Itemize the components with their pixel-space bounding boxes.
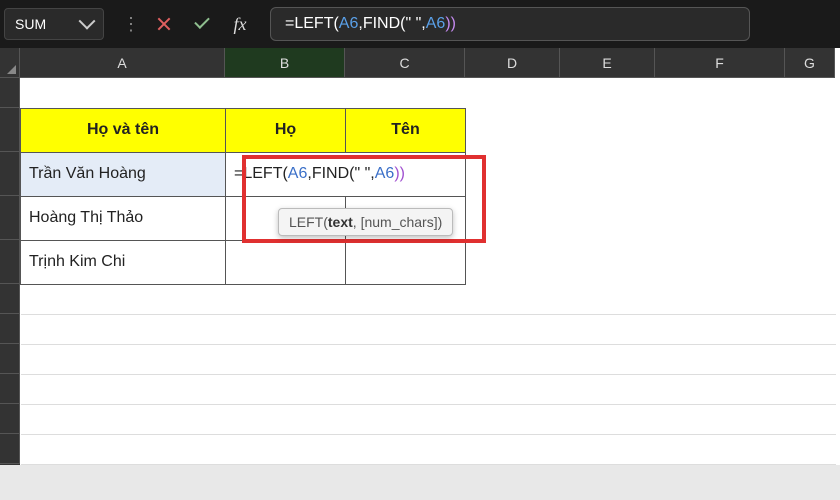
col-header-a[interactable]: A <box>20 48 225 78</box>
col-header-e[interactable]: E <box>560 48 655 78</box>
col-header-c[interactable]: C <box>345 48 465 78</box>
header-ho[interactable]: Họ <box>226 108 346 152</box>
row-header[interactable] <box>0 196 20 240</box>
cell[interactable] <box>226 240 346 284</box>
select-all-button[interactable] <box>0 48 20 78</box>
formula-bar-input[interactable]: =LEFT(A6,FIND(" ",A6)) <box>270 7 750 41</box>
col-header-f[interactable]: F <box>655 48 785 78</box>
divider: ⋮ <box>120 14 142 35</box>
row-header[interactable] <box>0 344 20 374</box>
col-header-d[interactable]: D <box>465 48 560 78</box>
function-tooltip: LEFT(text, [num_chars]) <box>278 208 453 236</box>
row-header[interactable] <box>0 152 20 196</box>
row-header[interactable] <box>0 284 20 314</box>
accept-formula-button[interactable] <box>186 8 218 40</box>
cell-name-3[interactable]: Trịnh Kim Chi <box>21 240 226 284</box>
cell-grid[interactable]: Họ và tên Họ Tên Trần Văn Hoàng =LEFT(A6… <box>20 78 836 465</box>
formula-toolbar: SUM ⋮ fx =LEFT(A6,FIND(" ",A6)) <box>0 0 840 48</box>
cell-name-2[interactable]: Hoàng Thị Thảo <box>21 196 226 240</box>
header-ten[interactable]: Tên <box>346 108 466 152</box>
insert-function-button[interactable]: fx <box>224 8 256 40</box>
row-header[interactable] <box>0 108 20 152</box>
header-name[interactable]: Họ và tên <box>21 108 226 152</box>
row-header[interactable] <box>0 434 20 464</box>
row-header[interactable] <box>0 314 20 344</box>
check-icon <box>194 13 210 29</box>
column-headers: A B C D E F G <box>20 48 835 78</box>
row-header[interactable] <box>0 374 20 404</box>
name-box[interactable]: SUM <box>4 8 104 40</box>
cell-name-1[interactable]: Trần Văn Hoàng <box>21 152 226 196</box>
col-header-b[interactable]: B <box>225 48 345 78</box>
worksheet: A B C D E F G <box>0 48 840 465</box>
row-header[interactable] <box>0 404 20 434</box>
chevron-down-icon[interactable] <box>79 13 96 30</box>
close-icon <box>156 16 172 32</box>
active-cell[interactable]: =LEFT(A6,FIND(" ",A6)) <box>226 152 466 196</box>
row-header[interactable] <box>0 240 20 284</box>
cell[interactable] <box>346 240 466 284</box>
name-box-value: SUM <box>15 16 46 32</box>
col-header-g[interactable]: G <box>785 48 835 78</box>
formula-text: =LEFT(A6,FIND(" ",A6)) <box>285 15 456 33</box>
cancel-formula-button[interactable] <box>148 8 180 40</box>
row-header[interactable] <box>0 78 20 108</box>
fx-icon: fx <box>234 14 247 35</box>
row-headers <box>0 78 20 465</box>
